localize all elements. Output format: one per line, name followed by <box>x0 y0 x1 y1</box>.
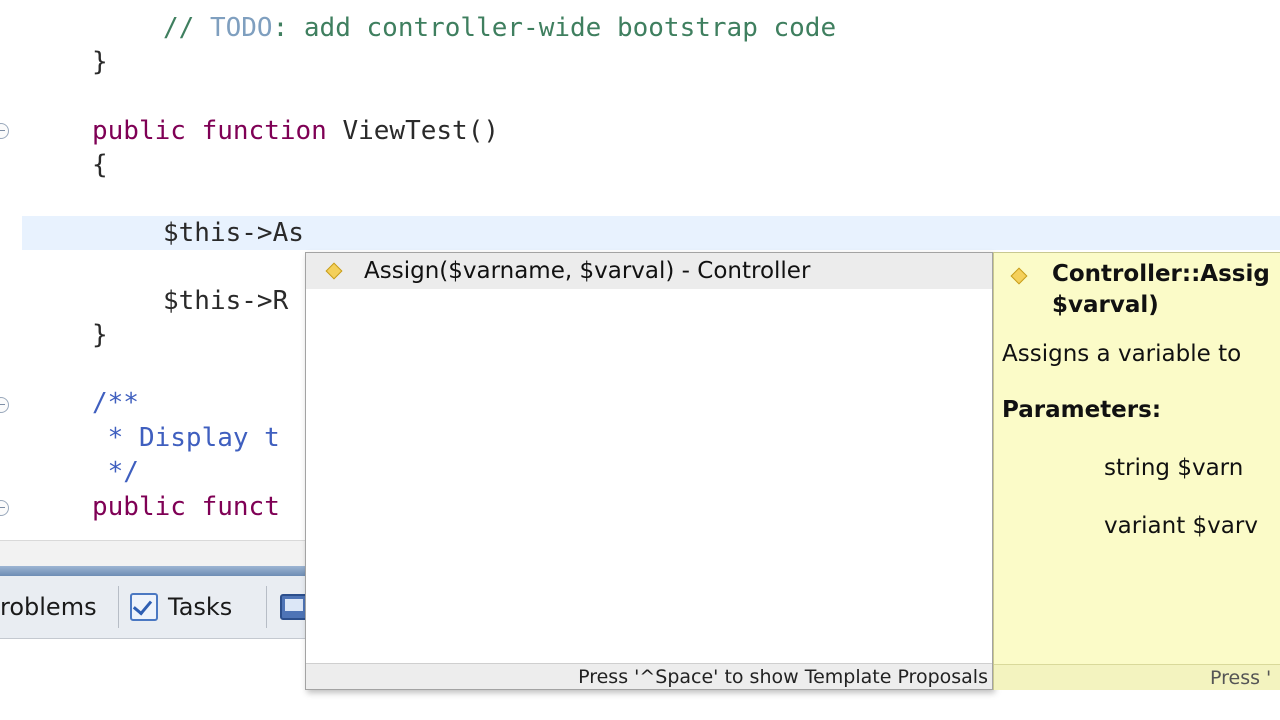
console-icon[interactable] <box>280 594 308 620</box>
views-content <box>0 639 310 720</box>
keyword-function: funct <box>201 492 280 522</box>
doc-popup-status: Press ' <box>994 664 1280 690</box>
tasks-icon <box>130 593 158 621</box>
editor-horizontal-scrollbar[interactable] <box>0 540 310 567</box>
content-assist-popup: Assign($varname, $varval) - Controller P… <box>305 252 993 690</box>
code-line-doc-close[interactable]: */ <box>92 455 139 489</box>
fold-collapse-icon[interactable] <box>0 123 9 139</box>
code-line-doc-open[interactable]: /** <box>92 386 139 420</box>
proposal-label: Assign($varname, $varval) - Controller <box>364 258 811 284</box>
code-line-todo-comment[interactable]: // TODO: add controller-wide bootstrap c… <box>163 11 836 45</box>
code-line-render[interactable]: $this->R <box>163 284 288 318</box>
content-assist-status: Press '^Space' to show Template Proposal… <box>306 663 992 689</box>
tab-tasks[interactable]: Tasks <box>130 582 232 632</box>
tab-label: roblems <box>0 593 97 621</box>
keyword-public: public <box>92 116 186 146</box>
keyword-public: public <box>92 492 186 522</box>
code-line-close-brace[interactable]: } <box>92 318 108 352</box>
comment-text: : add controller-wide bootstrap code <box>272 13 837 43</box>
method-name: ViewTest() <box>326 116 499 146</box>
doc-params-heading: Parameters: <box>1002 397 1162 423</box>
fold-collapse-icon[interactable] <box>0 397 9 413</box>
code-line-current[interactable]: $this->As <box>163 216 304 250</box>
comment-prefix: // <box>163 13 210 43</box>
method-diamond-icon <box>1010 267 1028 285</box>
doc-description: Assigns a variable to <box>1002 341 1242 367</box>
todo-tag: TODO <box>209 13 273 43</box>
code-line-doc-text[interactable]: * Display t <box>92 421 280 455</box>
proposal-item-assign[interactable]: Assign($varname, $varval) - Controller <box>306 253 992 289</box>
tab-problems[interactable]: roblems <box>0 582 97 632</box>
doc-signature-line: $varval) <box>1052 292 1159 318</box>
code-line-close-brace[interactable]: } <box>92 45 108 79</box>
doc-signature: Controller::Assig $varval) <box>1052 259 1270 321</box>
doc-signature-line: Controller::Assig <box>1052 261 1270 287</box>
tab-label: Tasks <box>168 593 233 621</box>
keyword-function: function <box>201 116 327 146</box>
fold-collapse-icon[interactable] <box>0 500 9 516</box>
tab-divider <box>266 586 267 628</box>
code-line-function-declaration[interactable]: public funct <box>92 490 280 524</box>
doc-param: variant $varv <box>1104 513 1258 539</box>
method-diamond-icon <box>325 262 343 280</box>
views-tab-bar: roblems Tasks <box>0 576 310 639</box>
tab-divider <box>118 586 119 628</box>
doc-param: string $varn <box>1104 455 1244 481</box>
views-title-bar <box>0 566 310 576</box>
code-line-method-declaration[interactable]: public function ViewTest() <box>92 114 499 148</box>
code-line-open-brace[interactable]: { <box>92 148 108 182</box>
documentation-popup: Controller::Assig $varval) Assigns a var… <box>993 252 1280 690</box>
